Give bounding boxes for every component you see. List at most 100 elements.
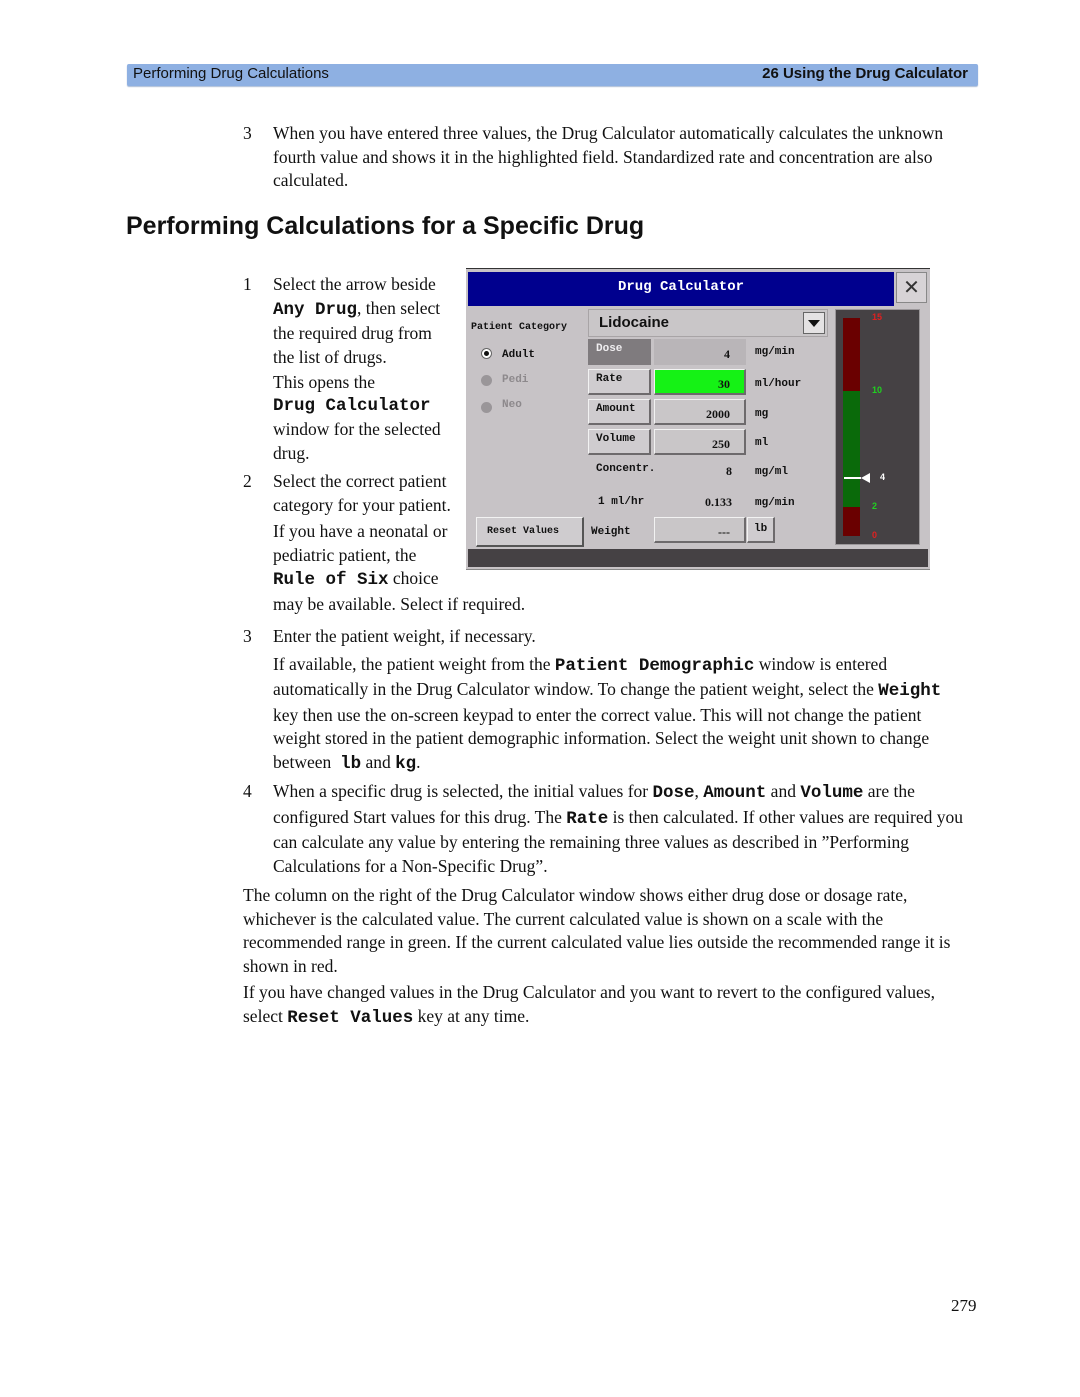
text-fragment: is then calculated. If other values are … (608, 806, 963, 827)
amount-unit: mg (755, 408, 769, 420)
text-line: Select the arrow beside (273, 274, 436, 294)
text-fragment: configured Start values for this drug. T… (273, 806, 567, 827)
text-fragment: automatically in the Drug Calculator win… (273, 679, 879, 699)
step-number: 4 (243, 781, 252, 801)
header-chapter-title: 26 Using the Drug Calculator (762, 65, 968, 82)
dose-value[interactable]: 4 (654, 339, 746, 365)
volume-key[interactable]: Volume (588, 429, 651, 455)
dose-unit: mg/min (755, 346, 795, 358)
text-line: select Reset Values key at any time. (243, 1005, 983, 1031)
text-line: drug. (273, 442, 310, 463)
amount-key[interactable]: Amount (588, 399, 651, 425)
text-line: When a specific drug is selected, the in… (273, 780, 983, 806)
amount-value[interactable]: 2000 (654, 399, 746, 425)
paragraph-scale-explanation: The column on the right of the Drug Calc… (243, 884, 983, 978)
concentration-label: Concentr. (596, 463, 656, 475)
text-fragment: select (243, 1005, 288, 1026)
drug-select-dropdown[interactable]: Lidocaine (588, 309, 828, 337)
scale-current-value-label: 4 (880, 471, 886, 482)
chevron-down-icon[interactable] (803, 312, 825, 334)
drug-calculator-window: Drug Calculator ✕ Patient Category Lidoc… (466, 268, 930, 569)
code-any-drug: Any Drug (273, 299, 358, 320)
radio-selected-icon (481, 348, 492, 359)
step-number: 3 (243, 123, 252, 143)
step-number: 3 (243, 626, 252, 646)
text-line: Calculations for a Non-Specific Drug”. (273, 855, 548, 876)
text-line: may be available. Select if required. (273, 593, 526, 614)
dose-key[interactable]: Dose (588, 339, 651, 365)
current-value-marker (844, 476, 861, 479)
reset-values-button[interactable]: Reset Values (476, 517, 584, 547)
code-kg: kg (395, 753, 417, 774)
text-fragment: between (273, 751, 341, 772)
pointer-arrow-icon (861, 472, 870, 483)
step-number: 1 (243, 274, 252, 294)
close-x-icon: ✕ (903, 275, 920, 299)
rate-unit: ml/hour (755, 378, 802, 390)
text-line: If available, the patient weight from th… (273, 653, 983, 679)
code-rate: Rate (566, 808, 609, 829)
text-line: weight stored in the patient demographic… (273, 728, 930, 748)
weight-unit-button[interactable]: lb (747, 517, 775, 543)
volume-value[interactable]: 250 (654, 429, 746, 455)
scale-tick-label: 0 (872, 530, 878, 540)
text-line: whichever is the calculated value. The c… (243, 908, 884, 929)
text-line: When you have entered three values, the … (273, 123, 944, 143)
window-status-bar (468, 549, 928, 567)
text-line: fourth value and shows it in the highlig… (273, 146, 933, 167)
text-fragment: , then select (357, 297, 441, 318)
scale-segment-above-range (843, 318, 860, 391)
weight-label: Weight (591, 526, 631, 538)
dose-scale: 15 10 4 2 0 (835, 309, 920, 545)
text-fragment: key at any time. (413, 1005, 530, 1026)
category-label: Neo (502, 399, 522, 411)
close-button[interactable]: ✕ (896, 272, 927, 303)
scale-tick-label: 15 (872, 312, 883, 322)
text-line: configured Start values for this drug. T… (273, 806, 983, 832)
standard-rate-value: 0.133 (705, 495, 732, 509)
radio-disabled-icon (481, 402, 492, 413)
text-line: Enter the patient weight, if necessary. (273, 626, 536, 646)
code-lb: lb (340, 753, 362, 774)
text-line: window for the selected (273, 419, 441, 439)
code-reset-values: Reset Values (287, 1007, 414, 1028)
concentration-unit: mg/ml (755, 466, 789, 478)
volume-unit: ml (755, 437, 769, 449)
rate-key[interactable]: Rate (588, 369, 651, 395)
text-fragment: and (361, 751, 396, 772)
text-line: automatically in the Drug Calculator win… (273, 678, 983, 704)
radio-disabled-icon (481, 375, 492, 386)
code-amount: Amount (703, 783, 767, 803)
text-line: the list of drugs. (273, 346, 387, 367)
text-line: Rule of Six choice (273, 567, 573, 593)
text-fragment: choice (388, 568, 439, 588)
window-title: Drug Calculator (468, 272, 894, 306)
text-line: Drug Calculator (273, 395, 431, 416)
running-header: Performing Drug Calculations 26 Using th… (127, 64, 978, 86)
category-label: Adult (502, 349, 536, 361)
weight-value[interactable]: --- (654, 517, 746, 543)
text-line: the required drug from (273, 323, 432, 343)
page-number: 279 (951, 1296, 977, 1315)
text-line: key then use the on-screen keypad to ent… (273, 704, 922, 725)
scale-tick-label: 10 (872, 384, 883, 395)
text-line: This opens the (273, 372, 376, 392)
text-fragment: . (416, 751, 421, 772)
scale-segment-below-range (843, 506, 860, 536)
concentration-value: 8 (726, 464, 732, 478)
standard-rate-label: 1 ml/hr (598, 496, 645, 508)
header-section-title: Performing Drug Calculations (133, 65, 329, 82)
paragraph-reset-values: If you have changed values in the Drug C… (243, 981, 983, 1030)
text-fragment: window is entered (754, 653, 888, 674)
rate-value[interactable]: 30 (654, 369, 746, 395)
text-fragment: are the (863, 781, 915, 801)
text-line: between lb and kg. (273, 751, 983, 777)
code-volume: Volume (800, 783, 864, 803)
text-line: calculated. (273, 170, 349, 190)
scale-tick-label: 2 (872, 500, 878, 511)
text-line: can calculate any value by entering the … (273, 832, 910, 852)
text-line: If you have changed values in the Drug C… (243, 982, 935, 1002)
scale-segment-recommended-range (843, 390, 860, 507)
text-fragment: and (766, 781, 801, 801)
section-title: Performing Calculations for a Specific D… (126, 212, 645, 240)
